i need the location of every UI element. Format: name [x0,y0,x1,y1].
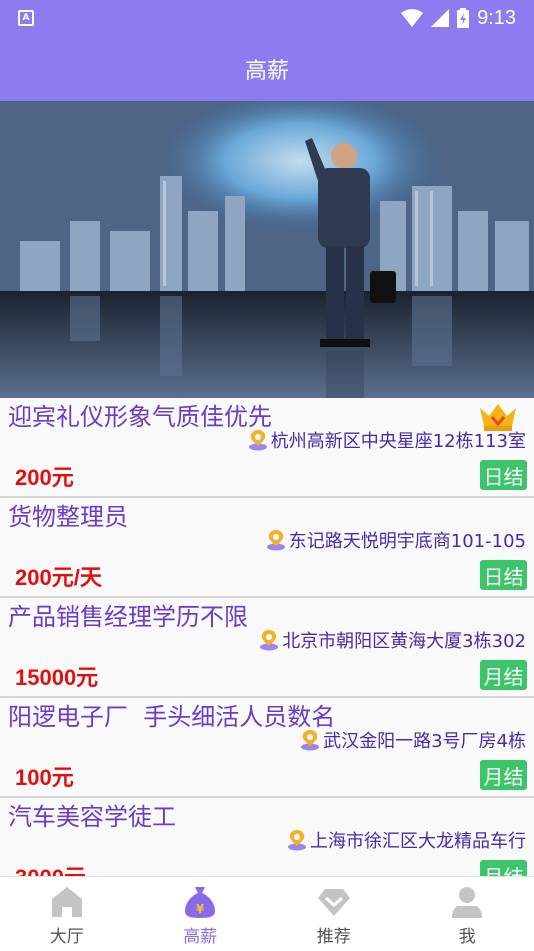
page-title-bar: 高薪 [0,36,534,101]
job-address-text: 北京市朝阳区黄海大厦3栋302 [282,627,526,653]
clock: 9:13 [477,7,516,30]
status-bar: A 9:13 [0,0,534,36]
tab-label: 大厅 [50,922,84,947]
tab-me[interactable]: 我 [401,877,534,951]
money-bag-icon: ¥ [183,885,217,919]
recommend-diamond-icon [317,885,351,919]
job-pay: 15000元 [15,660,98,692]
job-title: 迎宾礼仪形象气质佳优先 [8,398,272,432]
tab-label: 我 [459,922,476,947]
business-skyline-image [0,101,534,398]
job-card[interactable]: 货物整理员 东记路天悦明宇底商101-105 200元/天 日结 [0,498,534,598]
job-card[interactable]: 阳逻电子厂 手头细活人员数名 武汉金阳一路3号厂房4栋 100元 月结 [0,698,534,798]
job-address-text: 上海市徐汇区大龙精品车行 [310,827,526,853]
page-title: 高薪 [245,53,289,85]
notification-icon: A [18,10,34,26]
svg-text:¥: ¥ [196,902,205,916]
settlement-tag: 月结 [480,860,527,876]
job-title: 货物整理员 [8,497,128,532]
location-pin-icon [258,629,280,651]
settlement-tag: 日结 [480,560,527,590]
home-icon [50,885,84,919]
status-icons: 9:13 [401,6,516,30]
job-pay: 100元 [15,760,74,792]
location-pin-icon [265,529,287,551]
job-pay: 3000元 [15,860,86,876]
job-address: 东记路天悦明宇底商101-105 [265,527,526,553]
settlement-tag: 月结 [480,660,527,690]
tab-label: 推荐 [317,922,351,947]
job-pay: 200元 [15,460,74,492]
job-title: 汽车美容学徒工 [8,797,176,832]
job-card[interactable]: 产品销售经理学历不限 北京市朝阳区黄海大厦3栋302 15000元 月结 [0,598,534,698]
job-address-text: 东记路天悦明宇底商101-105 [289,527,526,553]
battery-icon [457,8,469,28]
location-pin-icon [286,829,308,851]
job-card[interactable]: 汽车美容学徒工 上海市徐汇区大龙精品车行 3000元 月结 [0,798,534,876]
job-card[interactable]: 迎宾礼仪形象气质佳优先 杭州高新区中央星座12栋113室 200元 日结 [0,398,534,498]
job-pay: 200元/天 [15,560,102,592]
tab-label: 高薪 [183,922,217,947]
wifi-icon [401,9,423,27]
location-pin-icon [247,429,269,451]
job-title: 产品销售经理学历不限 [8,597,248,632]
signal-icon [431,9,449,27]
tab-hall[interactable]: 大厅 [0,877,134,951]
job-address: 杭州高新区中央星座12栋113室 [247,427,526,453]
tab-recommend[interactable]: 推荐 [267,877,401,951]
banner-image[interactable] [0,101,534,398]
tab-high-salary[interactable]: ¥ 高薪 [134,877,268,951]
bottom-tab-bar: 大厅 ¥ 高薪 推荐 我 [0,876,534,951]
job-title: 阳逻电子厂 手头细活人员数名 [8,697,335,732]
settlement-tag: 日结 [480,460,527,490]
location-pin-icon [299,729,321,751]
job-address: 北京市朝阳区黄海大厦3栋302 [258,627,526,653]
job-address-text: 杭州高新区中央星座12栋113室 [271,427,526,453]
job-list[interactable]: 迎宾礼仪形象气质佳优先 杭州高新区中央星座12栋113室 200元 日结 货物整… [0,398,534,876]
settlement-tag: 月结 [480,760,527,790]
job-address: 上海市徐汇区大龙精品车行 [286,827,526,853]
user-icon [450,885,484,919]
job-address-text: 武汉金阳一路3号厂房4栋 [323,727,526,753]
job-address: 武汉金阳一路3号厂房4栋 [299,727,526,753]
